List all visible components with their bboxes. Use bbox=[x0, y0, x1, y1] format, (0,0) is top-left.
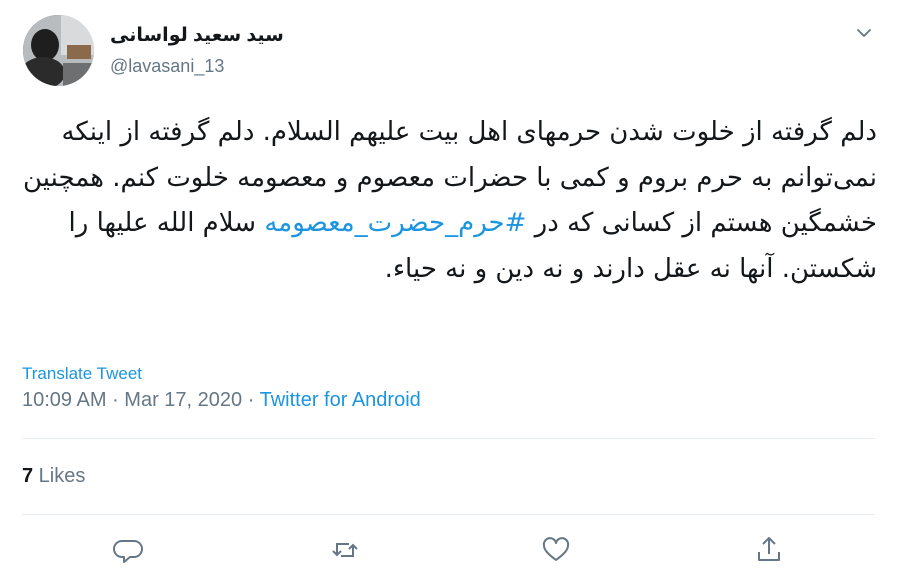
tweet-actions bbox=[0, 533, 897, 569]
display-name[interactable]: سید سعید لواسانی bbox=[110, 24, 290, 47]
likes-label: Likes bbox=[33, 465, 86, 487]
likes-count: 7 bbox=[22, 465, 34, 487]
chevron-down-icon[interactable] bbox=[853, 22, 875, 44]
divider bbox=[22, 514, 875, 515]
divider bbox=[22, 438, 875, 439]
tweet-date[interactable]: Mar 17, 2020 bbox=[124, 389, 242, 411]
heart-icon[interactable] bbox=[539, 533, 573, 567]
tweet-text: دلم گرفته از خلوت شدن حرمهای اهل بیت علی… bbox=[22, 110, 877, 292]
meta-separator: · bbox=[106, 389, 125, 411]
reply-icon[interactable] bbox=[112, 533, 146, 567]
user-handle[interactable]: @lavasani_13 bbox=[110, 56, 224, 77]
tweet-source-link[interactable]: Twitter for Android bbox=[260, 389, 421, 411]
hashtag-link[interactable]: #حرم_حضرت_معصومه bbox=[264, 208, 526, 238]
translate-tweet-link[interactable]: Translate Tweet bbox=[22, 364, 142, 384]
tweet-time[interactable]: 10:09 AM bbox=[22, 389, 107, 411]
retweet-icon[interactable] bbox=[328, 533, 362, 567]
tweet-meta: 10:09 AM · Mar 17, 2020 · Twitter for An… bbox=[22, 389, 421, 412]
likes-stat[interactable]: 7 Likes bbox=[22, 465, 85, 488]
avatar[interactable] bbox=[23, 15, 94, 86]
meta-separator: · bbox=[242, 389, 260, 411]
share-icon[interactable] bbox=[752, 533, 786, 567]
